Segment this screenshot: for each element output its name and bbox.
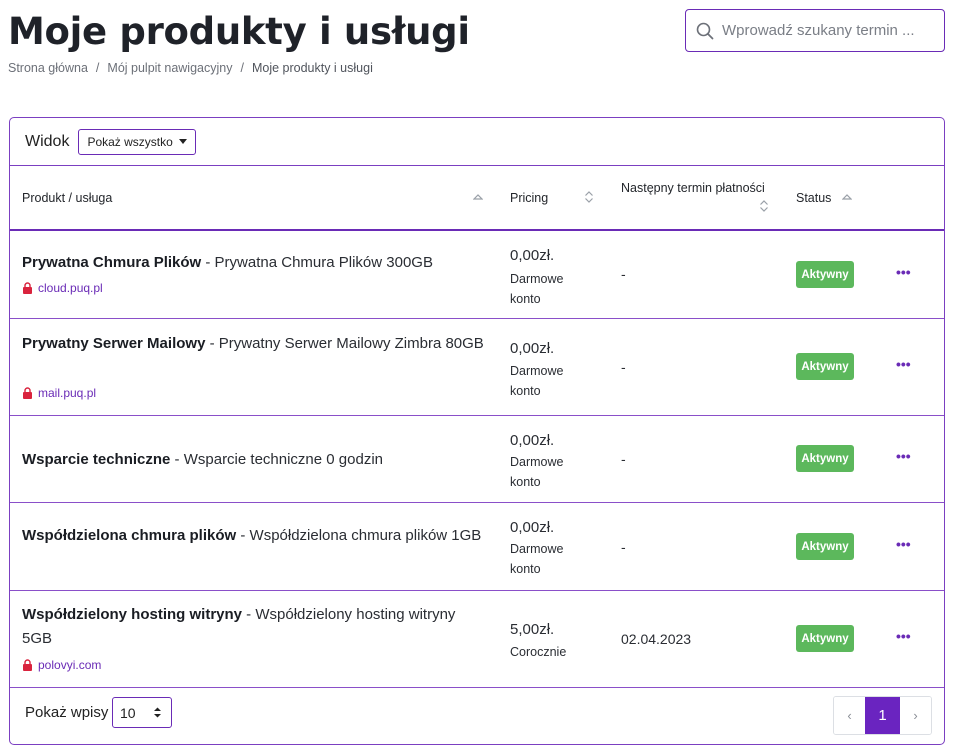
breadcrumb-current: Moje produkty i usługi [251,61,373,75]
entries-per-page-select[interactable]: 10 [112,697,172,728]
product-name: Wsparcie techniczne [22,451,171,468]
product-description: - Prywatna Chmura Plików 300GB [201,254,433,271]
entries-label: Pokaż wpisy [25,704,109,721]
price-amount: 0,00zł. [510,519,555,536]
price-amount: 5,00zł. [510,621,555,638]
column-header-pricing[interactable]: Pricing [510,191,548,205]
status-badge: Aktywny [796,261,854,288]
breadcrumb-dashboard[interactable]: Mój pulpit nawigacyjny [107,61,232,75]
product-description: - Współdzielona chmura plików 1GB [236,527,482,544]
more-actions-icon[interactable]: ••• [896,628,911,644]
sort-asc-icon[interactable] [842,193,852,201]
product-name: Prywatna Chmura Plików [22,254,202,271]
product-description: - Wsparcie techniczne 0 godzin [170,451,383,468]
billing-cycle: Darmowe konto [510,455,564,489]
product-cell[interactable]: Współdzielony hosting witryny - Współdzi… [22,603,487,651]
next-due-date: - [621,539,626,555]
status-badge: Aktywny [796,353,854,380]
search-icon [696,22,714,39]
price-amount: 0,00zł. [510,247,555,264]
table-row[interactable]: Współdzielony hosting witryny - Współdzi… [10,591,944,688]
next-due-date: - [621,451,626,467]
lock-icon [23,387,32,399]
status-badge: Aktywny [796,533,854,560]
product-name: Prywatny Serwer Mailowy [22,335,206,352]
more-actions-icon[interactable]: ••• [896,264,911,280]
status-badge: Aktywny [796,625,854,652]
caret-down-icon [178,139,187,144]
table-row[interactable]: Wsparcie techniczne - Wsparcie techniczn… [10,416,944,503]
status-badge: Aktywny [796,445,854,472]
product-cell[interactable]: Współdzielona chmura plików - Współdziel… [22,524,487,548]
more-actions-icon[interactable]: ••• [896,536,911,552]
more-actions-icon[interactable]: ••• [896,448,911,464]
domain-text: mail.puq.pl [38,386,97,400]
search-input[interactable] [722,22,932,39]
breadcrumb: Strona główna / Mój pulpit nawigacyjny /… [8,61,373,75]
view-filter-dropdown[interactable]: Pokaż wszystko [78,128,196,155]
table-row[interactable]: Prywatny Serwer Mailowy - Prywatny Serwe… [10,319,944,416]
pagination: ‹ 1 › [833,696,932,735]
page-title: Moje produkty i usługi [8,10,470,53]
product-name: Współdzielony hosting witryny [22,606,243,623]
view-filter-bar: Widok Pokaż wszystko [10,118,944,166]
products-card: Widok Pokaż wszystko Produkt / usługa Pr… [9,117,945,745]
view-filter-value: Pokaż wszystko [87,134,173,149]
breadcrumb-separator: / [95,61,100,75]
sort-asc-icon[interactable] [473,193,483,201]
next-due-date: - [621,266,626,282]
product-cell[interactable]: Prywatna Chmura Plików - Prywatna Chmura… [22,251,487,275]
lock-icon [23,282,32,294]
search-box[interactable] [685,9,945,52]
product-cell[interactable]: Wsparcie techniczne - Wsparcie techniczn… [22,448,487,472]
table-row[interactable]: Współdzielona chmura plików - Współdziel… [10,503,944,591]
table-footer: Pokaż wpisy 10 ‹ 1 › [10,686,944,744]
billing-cycle: Darmowe konto [510,542,564,576]
sort-both-icon[interactable] [759,199,769,213]
sort-both-icon[interactable] [584,190,594,204]
domain-text: polovyi.com [38,658,102,672]
billing-cycle: Darmowe konto [510,364,564,398]
table-row[interactable]: Prywatna Chmura Plików - Prywatna Chmura… [10,231,944,319]
next-due-date: 02.04.2023 [621,631,692,647]
entries-value: 10 [120,704,136,721]
column-header-status[interactable]: Status [796,191,831,205]
pagination-page-1[interactable]: 1 [865,697,900,734]
more-actions-icon[interactable]: ••• [896,356,911,372]
breadcrumb-home[interactable]: Strona główna [8,61,88,75]
pagination-next-button[interactable]: › [900,697,931,734]
view-label: Widok [25,132,70,150]
next-due-date: - [621,359,626,375]
domain-link[interactable]: polovyi.com [22,658,101,672]
lock-icon [23,659,32,671]
column-header-product[interactable]: Produkt / usługa [22,191,112,205]
domain-text: cloud.puq.pl [38,281,103,295]
column-header-due[interactable]: Następny termin płatności [621,181,765,195]
product-name: Współdzielona chmura plików [22,527,237,544]
product-description: - Prywatny Serwer Mailowy Zimbra 80GB [205,335,484,352]
table-header: Produkt / usługa Pricing Następny termin… [10,166,944,231]
breadcrumb-separator: / [240,61,244,75]
product-cell[interactable]: Prywatny Serwer Mailowy - Prywatny Serwe… [22,332,487,356]
billing-cycle: Darmowe konto [510,272,564,306]
pagination-prev-button[interactable]: ‹ [834,697,865,734]
domain-link[interactable]: mail.puq.pl [22,386,96,400]
domain-link[interactable]: cloud.puq.pl [22,281,103,295]
billing-cycle: Corocznie [510,645,567,659]
price-amount: 0,00zł. [510,340,555,357]
updown-icon [154,707,161,718]
price-amount: 0,00zł. [510,432,555,449]
